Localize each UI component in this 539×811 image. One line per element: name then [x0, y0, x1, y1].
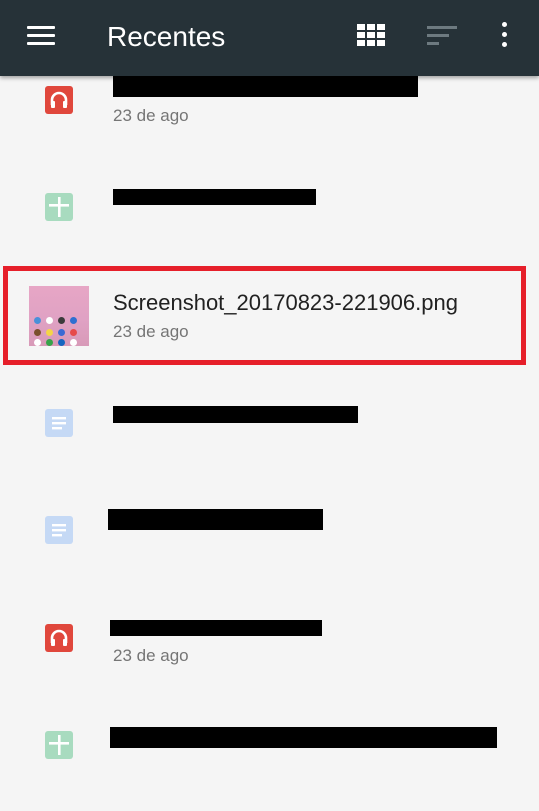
spreadsheet-icon [45, 731, 73, 759]
sort-icon[interactable] [427, 26, 459, 46]
spreadsheet-icon [45, 193, 73, 221]
document-icon [45, 516, 73, 544]
recent-files-list: 23 de ago Screenshot_20170823-221906.png… [0, 0, 539, 811]
menu-icon[interactable] [27, 26, 55, 46]
file-row-1[interactable]: 23 de ago [0, 76, 539, 156]
file-date: 23 de ago [113, 646, 189, 665]
redacted-file-name [110, 727, 497, 748]
document-icon [45, 409, 73, 437]
headphones-icon [45, 624, 73, 652]
redacted-file-name [113, 406, 358, 423]
headphones-icon [45, 86, 73, 114]
more-vert-icon[interactable] [500, 22, 510, 50]
file-row-7[interactable] [0, 700, 539, 811]
redacted-file-name [110, 620, 322, 636]
grid-view-icon[interactable] [357, 24, 385, 46]
highlight-box [3, 266, 526, 365]
file-row-2[interactable] [0, 160, 539, 255]
redacted-file-name [108, 509, 323, 530]
redacted-file-name [113, 76, 418, 97]
file-row-5[interactable] [0, 480, 539, 575]
file-date: 23 de ago [113, 106, 189, 125]
file-row-6[interactable]: 23 de ago [0, 590, 539, 685]
page-title: Recentes [107, 21, 226, 52]
redacted-file-name [113, 189, 316, 205]
app-bar: Recentes [0, 0, 539, 76]
file-row-4[interactable] [0, 375, 539, 470]
